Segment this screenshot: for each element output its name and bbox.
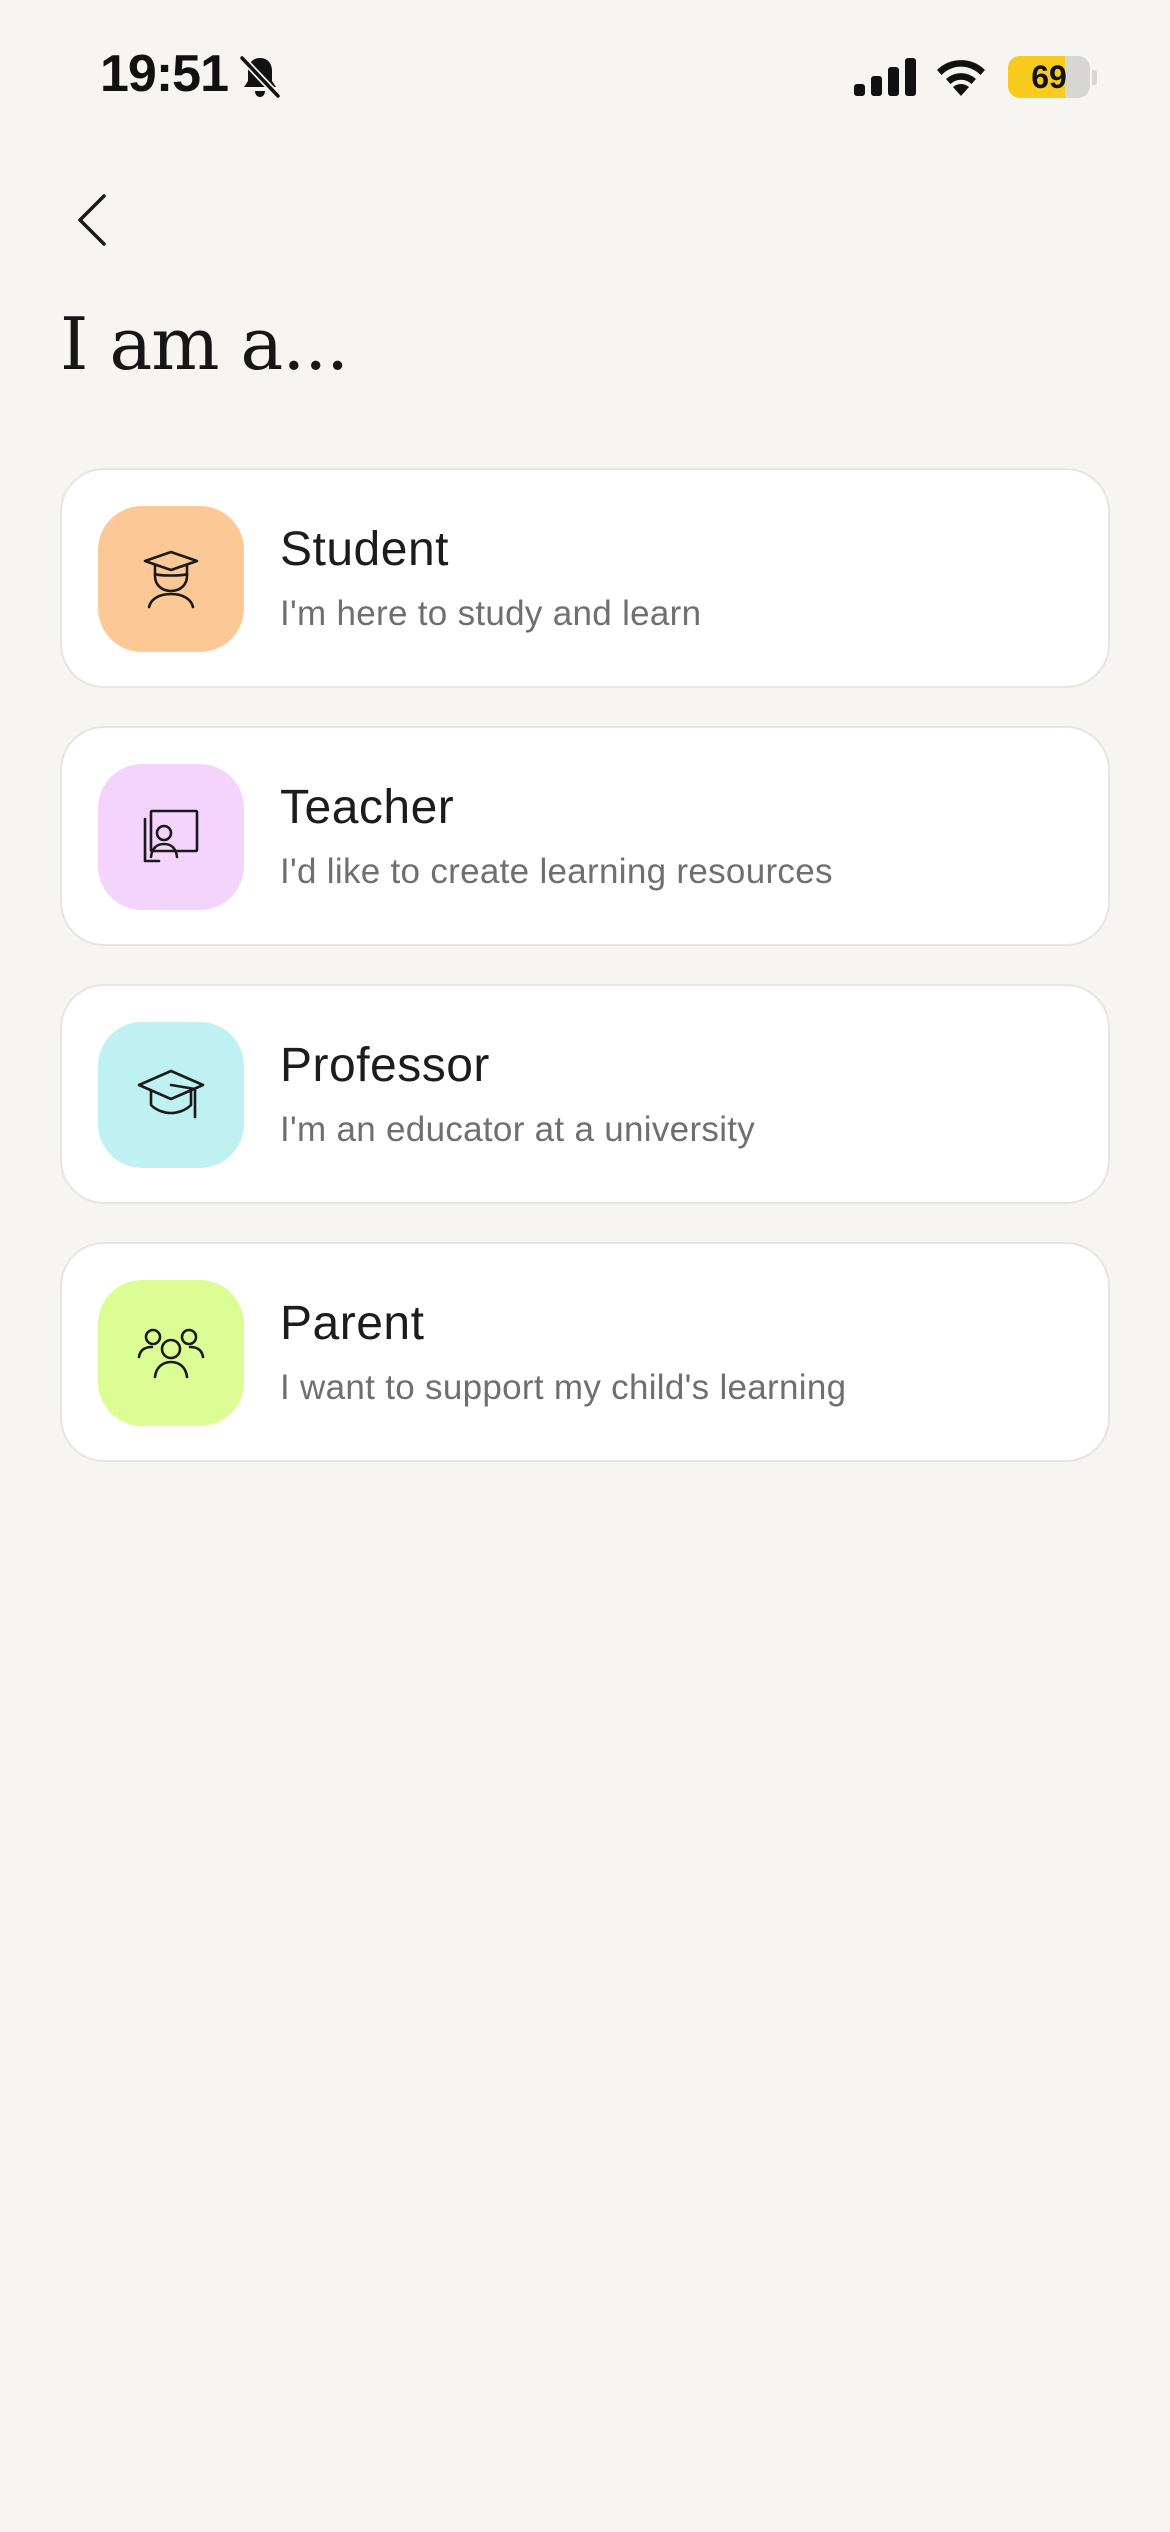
- status-bar: 19:51 69: [0, 0, 1170, 150]
- role-title: Student: [280, 523, 449, 576]
- graduation-cap-icon: [137, 1069, 205, 1119]
- battery-icon: 69: [1008, 56, 1090, 98]
- role-title: Teacher: [280, 781, 455, 834]
- role-title: Professor: [280, 1039, 490, 1092]
- role-card-teacher[interactable]: Teacher I'd like to create learning reso…: [60, 726, 1110, 946]
- role-title: Parent: [280, 1297, 425, 1350]
- role-icon-tile: [98, 1022, 244, 1168]
- role-description: I'm here to study and learn: [280, 594, 702, 633]
- role-card-professor[interactable]: Professor I'm an educator at a universit…: [60, 984, 1110, 1204]
- bell-slash-icon: [238, 54, 282, 100]
- role-list: Student I'm here to study and learn Teac…: [60, 468, 1110, 1500]
- battery-tip: [1092, 70, 1097, 85]
- role-icon-tile: [98, 764, 244, 910]
- presentation-board-icon: [143, 809, 199, 863]
- back-button[interactable]: [62, 180, 122, 260]
- role-card-parent[interactable]: Parent I want to support my child's lear…: [60, 1242, 1110, 1462]
- chevron-left-icon: [78, 194, 106, 246]
- battery-level: 69: [1031, 59, 1067, 95]
- status-time: 19:51: [100, 45, 229, 103]
- page-title: I am a...: [60, 302, 349, 386]
- role-card-student[interactable]: Student I'm here to study and learn: [60, 468, 1110, 688]
- role-icon-tile: [98, 506, 244, 652]
- role-description: I'm an educator at a university: [280, 1110, 756, 1149]
- role-icon-tile: [98, 1280, 244, 1426]
- cellular-signal-icon: [854, 58, 916, 96]
- student-icon: [143, 550, 199, 609]
- role-description: I want to support my child's learning: [280, 1368, 847, 1407]
- role-description: I'd like to create learning resources: [280, 852, 833, 891]
- wifi-icon: [937, 60, 985, 96]
- family-icon: [137, 1328, 205, 1379]
